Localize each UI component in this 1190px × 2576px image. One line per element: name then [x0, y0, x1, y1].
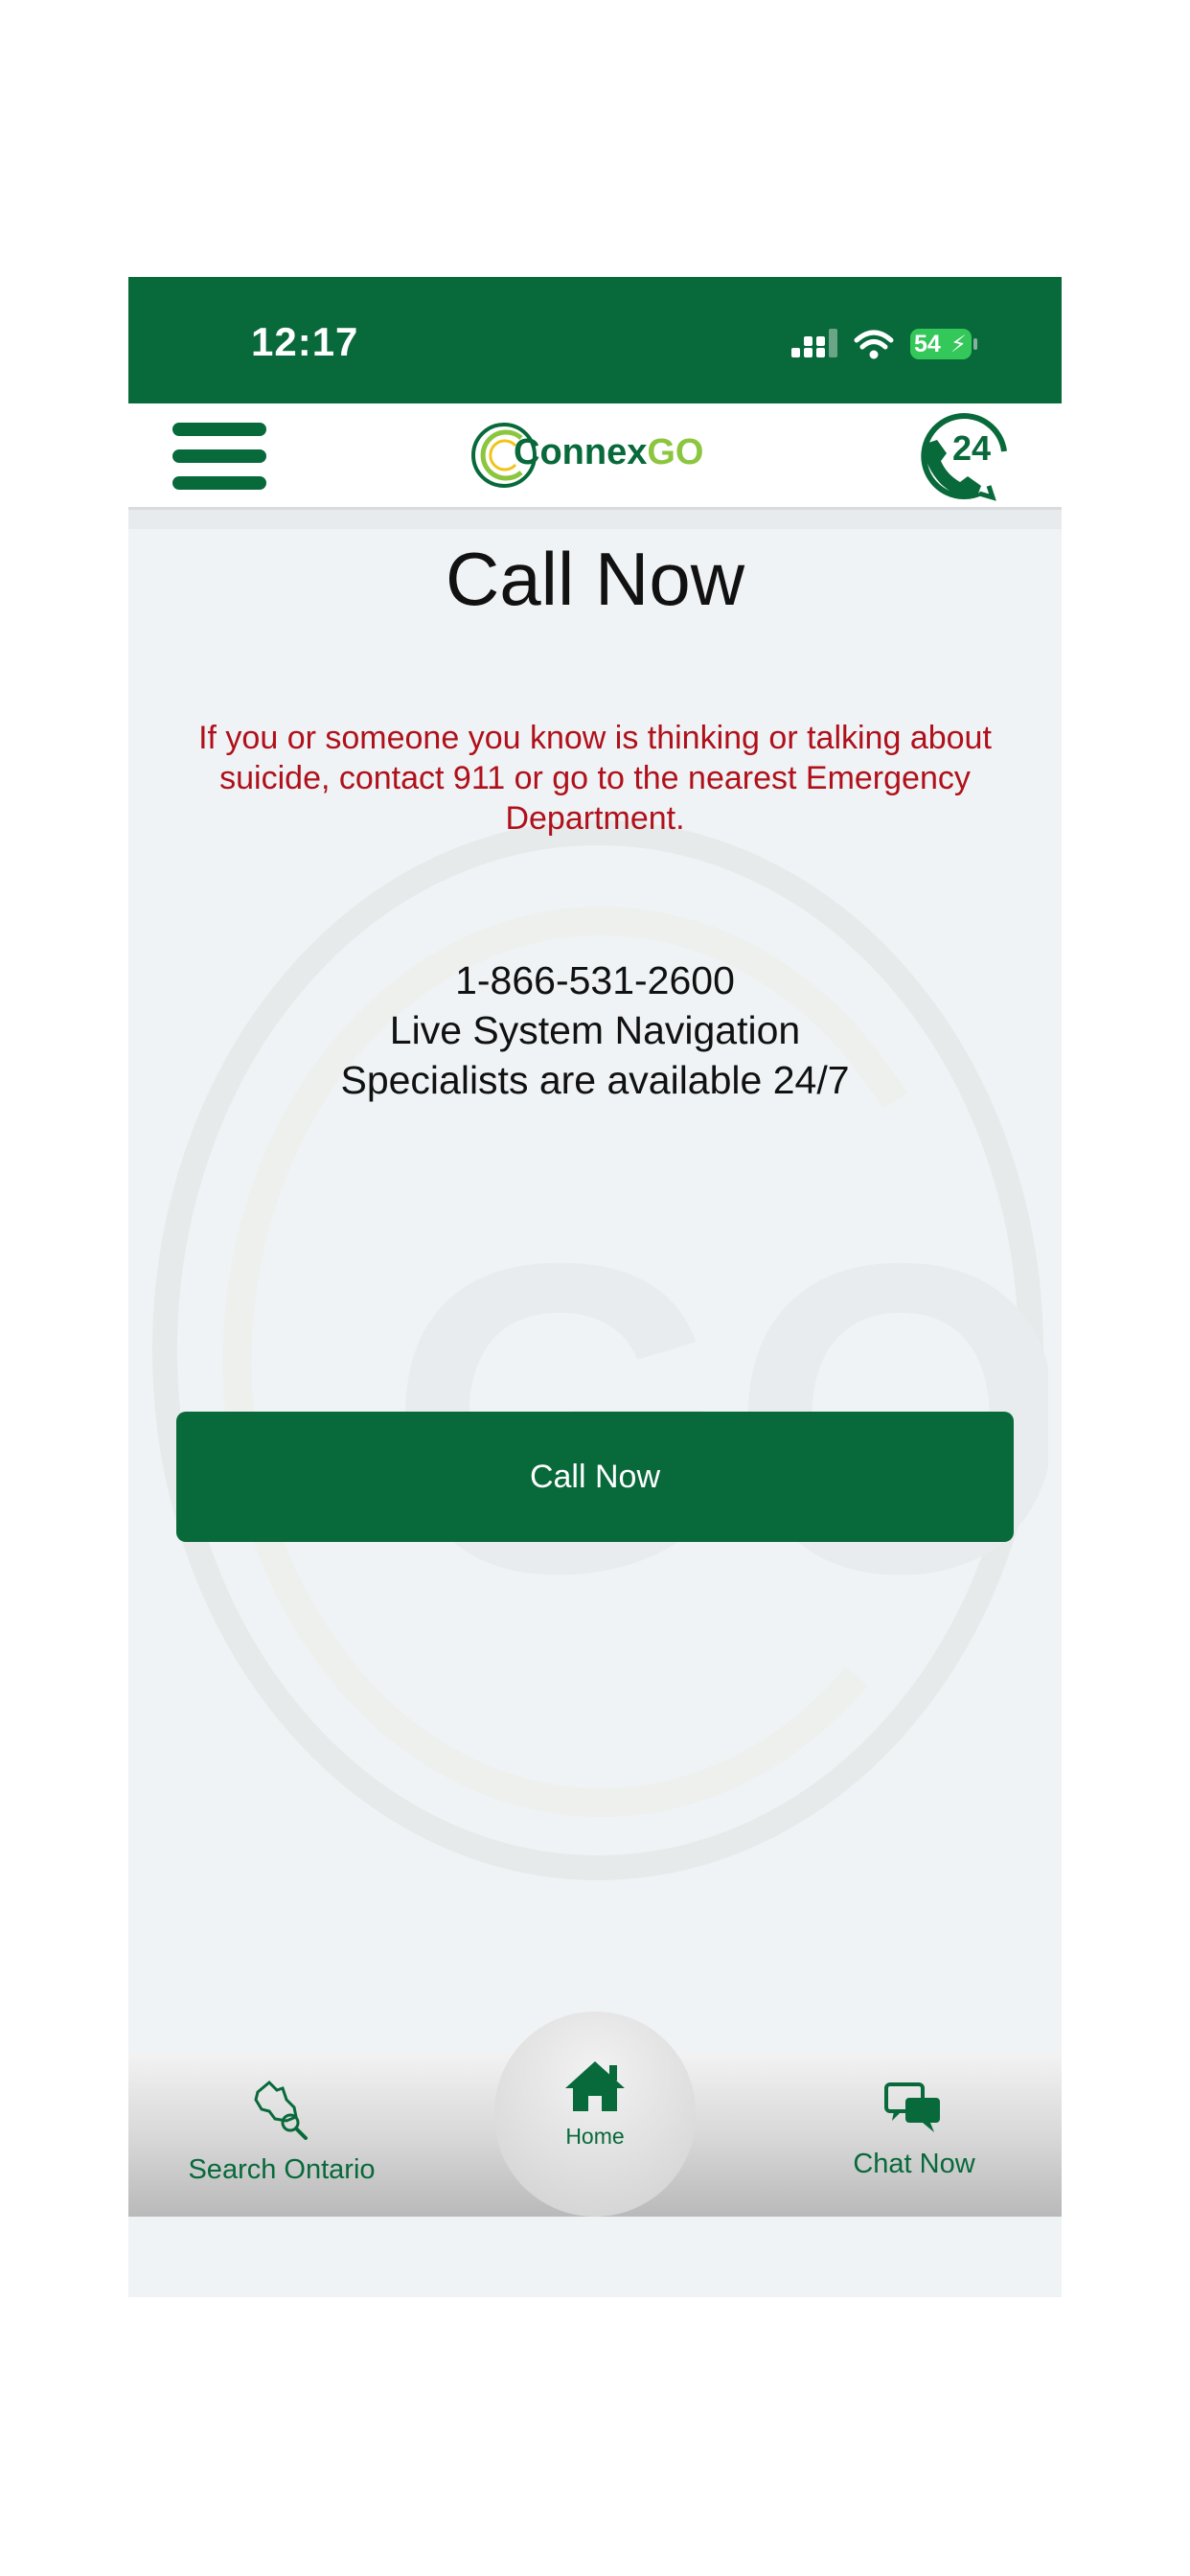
nav-label-home: Home: [565, 2124, 625, 2149]
status-icons: 54 ⚡: [791, 325, 983, 363]
chat-bubbles-icon: [884, 2082, 940, 2132]
header-divider: [128, 510, 1062, 529]
connexgo-logo: ConnexGO: [471, 417, 711, 494]
logo-go: GO: [647, 432, 704, 472]
nav-chat-now[interactable]: Chat Now: [799, 2079, 1029, 2180]
logo-text: ConnexGO: [514, 432, 703, 473]
battery-charging-icon: ⚡: [950, 332, 967, 357]
info-line-availability: Specialists are available 24/7: [340, 1058, 850, 1102]
nav-home[interactable]: Home: [494, 2058, 696, 2150]
nav-label-chat: Chat Now: [853, 2149, 975, 2179]
call-now-button[interactable]: Call Now: [176, 1412, 1014, 1542]
nav-search-ontario[interactable]: Search Ontario: [167, 2079, 397, 2186]
battery-level: 54: [914, 331, 941, 357]
suicide-warning-text: If you or someone you know is thinking o…: [198, 720, 992, 837]
contact-info: 1-866-531-2600 Live System Navigation Sp…: [128, 955, 1062, 1105]
app-header: ConnexGO 24: [128, 403, 1062, 510]
status-time: 12:17: [251, 319, 359, 364]
call-24-text: 24: [952, 428, 992, 468]
bottom-spacer: [128, 2217, 1062, 2297]
info-line-navigation: Live System Navigation: [389, 1008, 801, 1052]
status-bar: 12:17 54 ⚡: [128, 277, 1062, 403]
page-title: Call Now: [445, 537, 745, 621]
home-icon: [565, 2061, 625, 2111]
ontario-map-search-icon: [254, 2080, 308, 2140]
phone-number[interactable]: 1-866-531-2600: [128, 955, 1062, 1005]
logo-connex: Connex: [514, 432, 648, 472]
nav-label-search: Search Ontario: [188, 2154, 376, 2185]
phone-24-hours-icon[interactable]: 24: [912, 405, 1019, 505]
phone-screen: 12:17 54 ⚡ ConnexGO 24 Call Now If you o…: [128, 277, 1062, 2297]
hamburger-menu-icon[interactable]: [172, 423, 266, 490]
